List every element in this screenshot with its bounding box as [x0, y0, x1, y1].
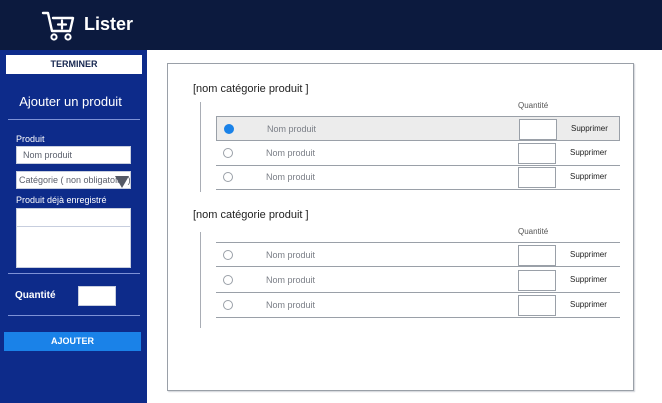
existing-product-label: Produit déjà enregistré [16, 195, 107, 205]
shopping-cart-plus-icon [41, 11, 75, 41]
category-bracket-line [200, 102, 201, 192]
delete-button[interactable]: Supprimer [570, 172, 607, 181]
delete-button[interactable]: Supprimer [571, 124, 608, 133]
item-radio[interactable] [223, 172, 233, 182]
add-product-title: Ajouter un produit [19, 94, 122, 109]
item-name: Nom produit [266, 172, 316, 182]
dropdown-arrow-icon [115, 176, 129, 188]
item-quantity-input[interactable] [518, 167, 556, 188]
item-radio[interactable] [223, 300, 233, 310]
delete-button[interactable]: Supprimer [570, 275, 607, 284]
row-divider [216, 317, 620, 318]
item-radio[interactable] [223, 250, 233, 260]
existing-product-search[interactable] [16, 208, 131, 227]
item-name: Nom produit [266, 275, 316, 285]
item-name: Nom produit [267, 124, 317, 134]
product-label: Produit [16, 134, 45, 144]
list-item[interactable]: Nom produit Supprimer [216, 116, 620, 141]
category-bracket-line [200, 232, 201, 328]
category-title: [nom catégorie produit ] [193, 209, 309, 221]
row-divider [216, 266, 620, 267]
app-title: Lister [84, 14, 134, 34]
sidebar: TERMINER Ajouter un produit Produit Nom … [0, 50, 147, 403]
add-button[interactable]: AJOUTER [4, 332, 141, 351]
delete-button[interactable]: Supprimer [570, 148, 607, 157]
list-item[interactable]: Nom produit Supprimer [216, 242, 620, 267]
sidebar-divider [8, 315, 140, 316]
item-name: Nom produit [266, 148, 316, 158]
category-title: [nom catégorie produit ] [193, 83, 309, 95]
quantity-column-header: Quantité [518, 227, 549, 236]
sidebar-divider [8, 273, 140, 274]
item-quantity-input[interactable] [518, 295, 556, 316]
row-divider [216, 189, 620, 190]
list-item[interactable]: Nom produit Supprimer [216, 165, 620, 190]
app-root: Lister TERMINER Ajouter un produit Produ… [0, 0, 662, 403]
delete-button[interactable]: Supprimer [570, 300, 607, 309]
item-radio[interactable] [223, 275, 233, 285]
category-select[interactable]: Catégorie ( non obligatoire ) [16, 171, 131, 189]
list-item[interactable]: Nom produit Supprimer [216, 293, 620, 318]
quantity-label: Quantité [15, 290, 56, 301]
category-select-value: Catégorie ( non obligatoire ) [19, 175, 131, 185]
existing-product-list[interactable] [16, 226, 131, 268]
list-item[interactable]: Nom produit Supprimer [216, 268, 620, 293]
item-quantity-input[interactable] [518, 270, 556, 291]
shopping-list-panel: [nom catégorie produit ] Quantité Nom pr… [167, 63, 634, 391]
item-name: Nom produit [266, 250, 316, 260]
item-quantity-input[interactable] [518, 143, 556, 164]
item-quantity-input[interactable] [518, 245, 556, 266]
app-header: Lister [0, 0, 662, 50]
item-quantity-input[interactable] [519, 119, 557, 140]
item-name: Nom produit [266, 300, 316, 310]
quantity-column-header: Quantité [518, 101, 549, 110]
quantity-input[interactable] [78, 286, 116, 306]
finish-button[interactable]: TERMINER [6, 55, 142, 74]
list-item[interactable]: Nom produit Supprimer [216, 141, 620, 166]
product-name-input[interactable]: Nom produit [16, 146, 131, 164]
delete-button[interactable]: Supprimer [570, 250, 607, 259]
sidebar-divider [8, 119, 140, 120]
item-radio[interactable] [224, 124, 234, 134]
item-radio[interactable] [223, 148, 233, 158]
